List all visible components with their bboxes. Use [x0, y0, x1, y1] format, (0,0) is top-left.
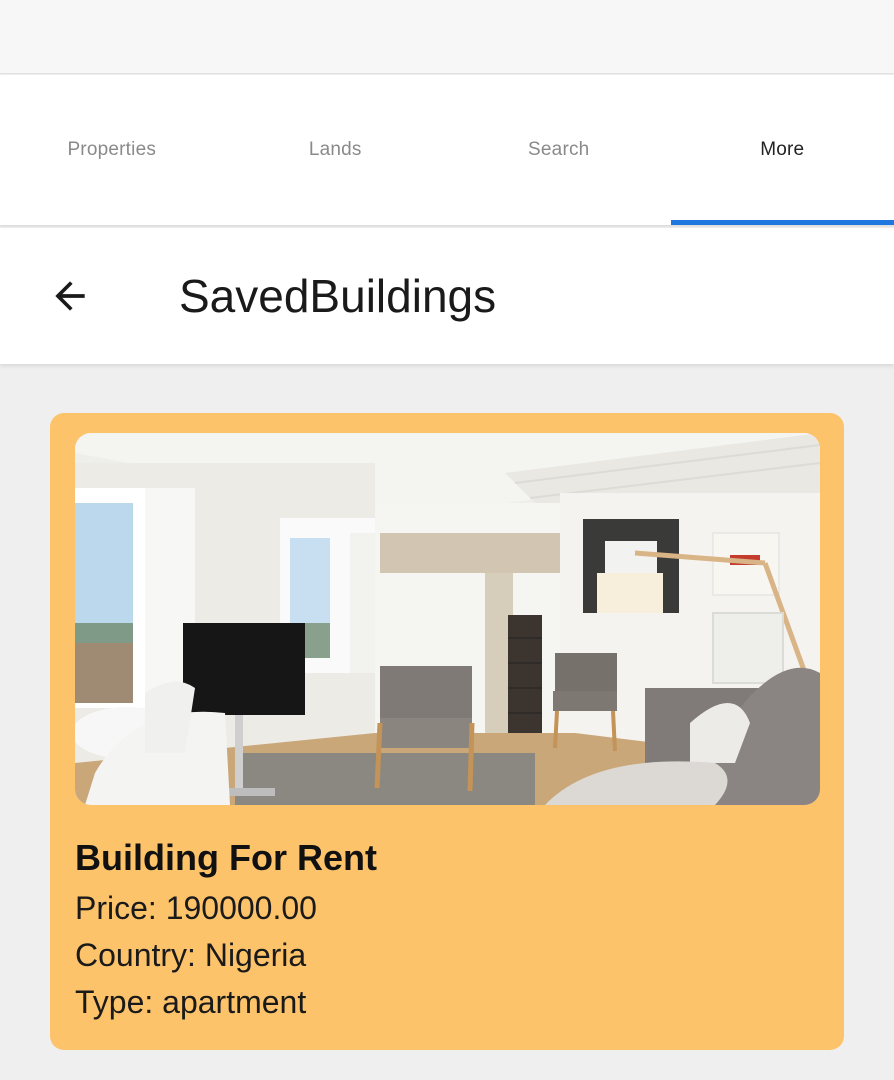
status-strip: [0, 0, 894, 74]
saved-building-card[interactable]: Building For Rent Price: 190000.00 Count…: [50, 413, 844, 1050]
app-bar: SavedBuildings: [0, 228, 894, 364]
building-title: Building For Rent: [75, 837, 377, 878]
tab-label: Properties: [67, 139, 157, 160]
tab-label: More: [760, 139, 805, 160]
building-country: Country: Nigeria: [75, 937, 307, 973]
tab-label: Search: [528, 139, 590, 160]
tab-label: Lands: [308, 139, 362, 160]
tab-properties[interactable]: Properties: [0, 75, 224, 225]
building-price: Price: 190000.00: [75, 890, 317, 926]
active-tab-indicator: [670, 220, 894, 225]
page-title: SavedBuildings: [179, 270, 497, 322]
top-tab-bar: Properties Lands Search More: [0, 75, 894, 225]
tab-search[interactable]: Search: [447, 75, 671, 225]
building-photo: [75, 433, 820, 805]
building-type: Type: apartment: [75, 984, 307, 1020]
arrow-left-icon: [55, 281, 85, 311]
tab-more[interactable]: More: [670, 75, 894, 225]
back-button[interactable]: [38, 264, 102, 328]
tab-lands[interactable]: Lands: [224, 75, 448, 225]
